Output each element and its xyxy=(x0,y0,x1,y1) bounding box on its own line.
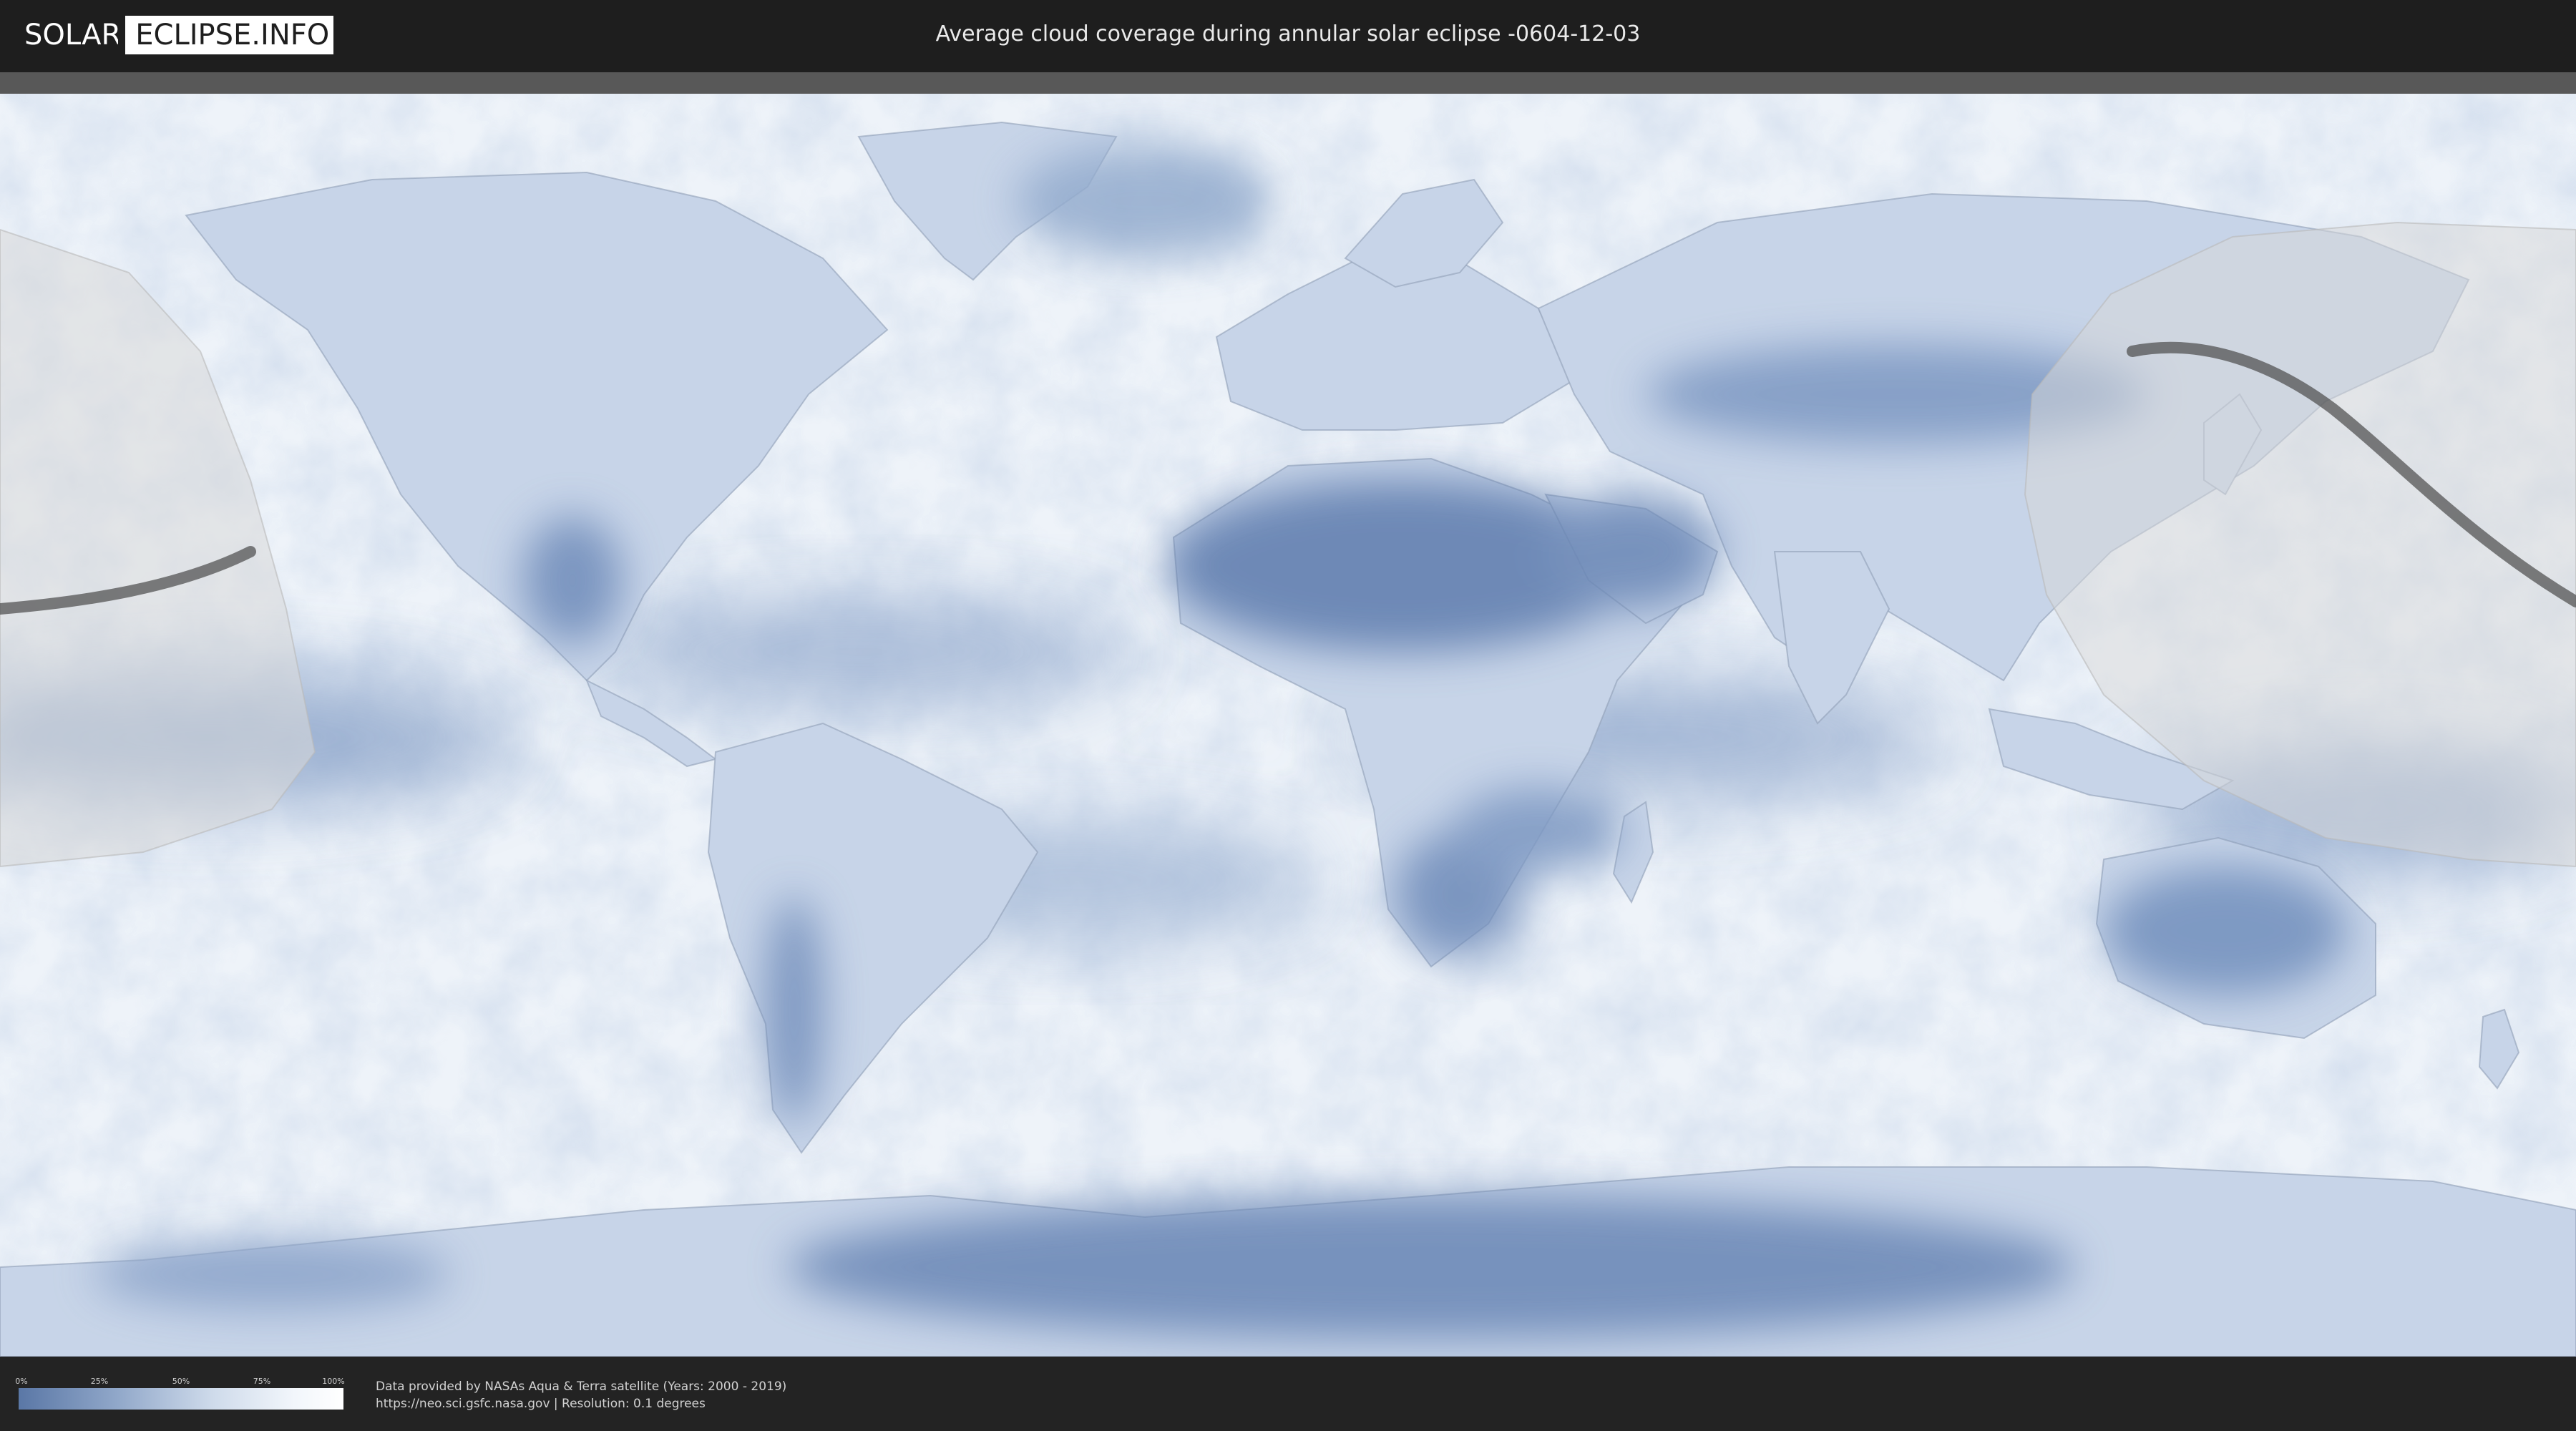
data-credit: Data provided by NASAs Aqua & Terra sate… xyxy=(376,1379,787,1394)
data-source-link[interactable]: https://neo.sci.gsfc.nasa.gov | Resoluti… xyxy=(376,1397,706,1411)
legend-tick-100: 100% xyxy=(322,1377,345,1386)
header-bar: SOLAR ECLIPSE.INFO Average cloud coverag… xyxy=(0,0,2576,72)
page-title: Average cloud coverage during annular so… xyxy=(935,21,1641,47)
legend-color-bar xyxy=(19,1388,343,1410)
cloud-coverage-legend: 0% 25% 50% 75% 100% xyxy=(15,1377,345,1410)
page: SOLAR ECLIPSE.INFO Average cloud coverag… xyxy=(0,0,2576,1431)
legend-tick-50: 50% xyxy=(172,1377,190,1386)
footer-bar: 0% 25% 50% 75% 100% Data provided by NAS… xyxy=(0,1357,2576,1431)
cloud-coverage-map[interactable] xyxy=(0,94,2576,1357)
legend-tick-75: 75% xyxy=(253,1377,271,1386)
legend-tick-25: 25% xyxy=(90,1377,109,1386)
legend-tick-0: 0% xyxy=(15,1377,28,1386)
header-divider-band xyxy=(0,72,2576,94)
